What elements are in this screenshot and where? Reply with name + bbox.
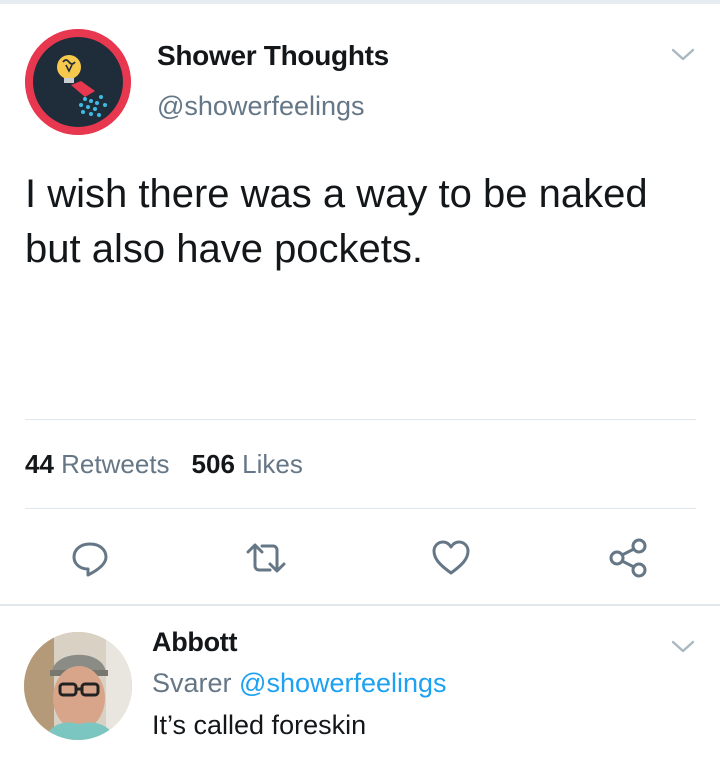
chevron-down-icon[interactable] xyxy=(670,638,696,656)
likes-stat[interactable]: 506 Likes xyxy=(192,449,303,479)
retweets-count: 44 xyxy=(25,449,54,479)
reply-text: It’s called foreskin xyxy=(152,710,367,740)
reply-context-prefix: Svarer xyxy=(152,668,232,698)
user-photo-icon xyxy=(24,632,132,740)
chevron-down-icon[interactable] xyxy=(670,46,696,64)
retweets-stat[interactable]: 44 Retweets xyxy=(25,449,170,479)
reply-button[interactable] xyxy=(66,534,114,582)
reply-icon xyxy=(72,542,108,577)
tweet-stats: 44 Retweets 506 Likes xyxy=(25,449,303,480)
share-icon xyxy=(609,538,647,578)
handle[interactable]: @showerfeelings xyxy=(157,91,365,122)
divider xyxy=(25,419,696,420)
main-tweet: Shower Thoughts @showerfeelings I wish t… xyxy=(0,0,720,604)
reply-tweet[interactable]: Abbott Svarer @showerfeelings It’s calle… xyxy=(0,606,720,763)
avatar[interactable] xyxy=(24,632,132,740)
retweet-icon xyxy=(246,543,286,573)
share-button[interactable] xyxy=(604,534,652,582)
divider xyxy=(25,508,696,509)
heart-icon xyxy=(432,540,470,575)
display-name[interactable]: Shower Thoughts xyxy=(157,40,389,72)
reply-display-name[interactable]: Abbott xyxy=(152,627,237,658)
like-button[interactable] xyxy=(427,534,475,582)
mention-link[interactable]: @showerfeelings xyxy=(239,668,447,698)
retweet-button[interactable] xyxy=(242,534,290,582)
likes-label: Likes xyxy=(242,449,303,479)
avatar[interactable] xyxy=(25,29,131,135)
reply-context: Svarer @showerfeelings xyxy=(152,668,447,699)
tweet-text: I wish there was a way to be naked but a… xyxy=(25,172,648,271)
retweets-label: Retweets xyxy=(61,449,170,479)
likes-count: 506 xyxy=(191,449,235,479)
shower-thoughts-logo-icon xyxy=(25,29,131,135)
